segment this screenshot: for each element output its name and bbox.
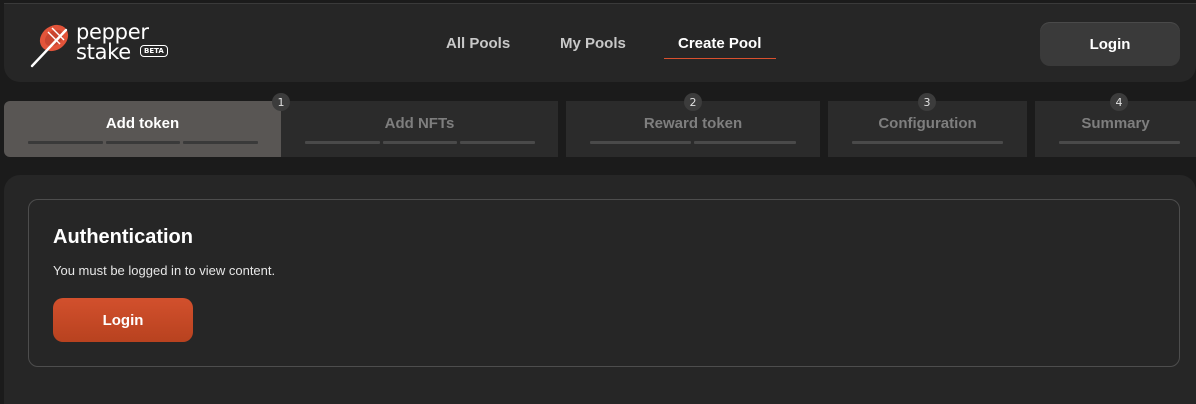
step-progress-bars	[590, 141, 796, 144]
step-label: Configuration	[878, 115, 977, 132]
step-number-badge: 2	[684, 93, 702, 111]
nav-create-pool[interactable]: Create Pool	[678, 35, 761, 52]
steak-skewer-icon	[30, 24, 69, 68]
nav-all-pools[interactable]: All Pools	[446, 35, 510, 52]
step-number-badge: 4	[1110, 93, 1128, 111]
pepperstake-logo[interactable]: pepper stake BETA	[30, 22, 180, 70]
auth-message: You must be logged in to view content.	[53, 263, 276, 278]
nav-my-pools[interactable]: My Pools	[560, 35, 626, 52]
step-progress-bars	[305, 141, 535, 144]
active-nav-underline	[664, 58, 776, 59]
step-label: Summary	[1081, 115, 1150, 132]
step-progress-bars	[28, 141, 258, 144]
step-label: Add token	[105, 115, 180, 132]
logo-word-stake: stake	[76, 40, 131, 64]
auth-login-button[interactable]: Login	[53, 298, 193, 342]
beta-badge: BETA	[140, 45, 168, 57]
authentication-card: Authentication You must be logged in to …	[28, 199, 1180, 367]
auth-title: Authentication	[53, 226, 193, 248]
step-number-badge: 3	[918, 93, 936, 111]
step-progress-bars	[1059, 141, 1180, 144]
step-progress-bars	[852, 141, 1003, 144]
step-add-nfts[interactable]: Add NFTs	[281, 101, 558, 157]
top-header: pepper stake BETA All Pools My Pools Cre…	[4, 3, 1196, 82]
step-label: Add NFTs	[384, 115, 455, 132]
step-label: Reward token	[643, 115, 743, 132]
step-number-badge: 1	[272, 93, 290, 111]
header-login-button[interactable]: Login	[1040, 22, 1180, 66]
step-add-token[interactable]: Add token	[4, 101, 281, 157]
